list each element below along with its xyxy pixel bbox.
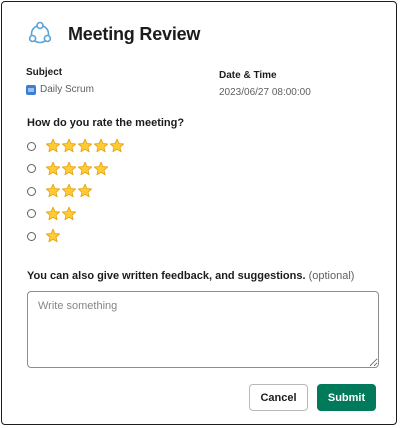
star-icon xyxy=(45,183,61,199)
meeting-review-modal: Meeting Review Subject Daily Scrum Date … xyxy=(1,1,397,425)
rating-options xyxy=(27,135,125,248)
stars-group xyxy=(45,183,93,199)
rating-question: How do you rate the meeting? xyxy=(27,117,185,129)
rating-option-1[interactable] xyxy=(27,225,125,248)
stars-group xyxy=(45,228,61,244)
rating-option-4[interactable] xyxy=(27,158,125,181)
star-icon xyxy=(77,183,93,199)
stars-group xyxy=(45,206,77,222)
datetime-label: Date & Time xyxy=(219,70,277,81)
star-icon xyxy=(93,161,109,177)
stars-group xyxy=(45,138,125,154)
star-icon xyxy=(45,138,61,154)
star-icon xyxy=(45,206,61,222)
star-icon xyxy=(45,228,61,244)
star-icon xyxy=(61,161,77,177)
cancel-button[interactable]: Cancel xyxy=(249,384,308,411)
subject-label: Subject xyxy=(26,67,63,78)
triangle-dots-icon xyxy=(26,20,54,48)
radio-button[interactable] xyxy=(27,186,36,196)
feedback-textarea[interactable] xyxy=(27,291,379,368)
rating-option-5[interactable] xyxy=(27,135,125,158)
feedback-label-text: You can also give written feedback, and … xyxy=(27,270,306,282)
star-icon xyxy=(61,138,77,154)
star-icon xyxy=(45,161,61,177)
star-icon xyxy=(109,138,125,154)
channel-icon xyxy=(26,84,36,95)
optional-text: (optional) xyxy=(308,270,355,282)
subject-value: Daily Scrum xyxy=(26,84,94,95)
modal-header: Meeting Review xyxy=(26,20,200,48)
star-icon xyxy=(77,138,93,154)
star-icon xyxy=(93,138,109,154)
rating-option-3[interactable] xyxy=(27,180,125,203)
star-icon xyxy=(77,161,93,177)
radio-button[interactable] xyxy=(27,231,36,241)
star-icon xyxy=(61,206,77,222)
radio-button[interactable] xyxy=(27,209,36,219)
submit-button[interactable]: Submit xyxy=(317,384,376,411)
rating-option-2[interactable] xyxy=(27,203,125,226)
radio-button[interactable] xyxy=(27,141,36,151)
star-icon xyxy=(61,183,77,199)
datetime-value: 2023/06/27 08:00:00 xyxy=(219,87,311,98)
subject-text: Daily Scrum xyxy=(40,84,94,95)
stars-group xyxy=(45,161,109,177)
radio-button[interactable] xyxy=(27,164,36,174)
feedback-label: You can also give written feedback, and … xyxy=(27,270,354,282)
modal-title: Meeting Review xyxy=(68,23,201,44)
